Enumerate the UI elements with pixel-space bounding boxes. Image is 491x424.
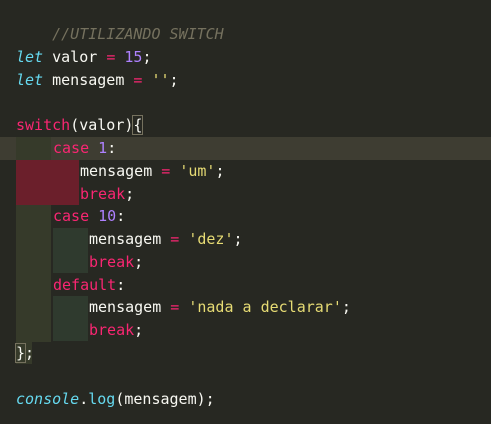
case-keyword: case: [53, 207, 90, 225]
code-line-switch: switch(valor){: [16, 114, 144, 137]
indent-guide-default: [53, 296, 88, 341]
code-line-close-brace: };: [14, 342, 35, 365]
semicolon: ;: [215, 162, 225, 180]
colon: :: [116, 276, 126, 294]
semicolon: ;: [125, 185, 135, 203]
brace-close: }: [14, 343, 27, 363]
identifier-valor: valor: [43, 48, 107, 66]
code-line-case-10: case 10:: [53, 205, 125, 228]
code-line-default: default:: [53, 274, 125, 297]
identifier-mensagem: mensagem: [89, 230, 171, 248]
code-line-break-2: break;: [89, 251, 143, 274]
code-line-let-valor: let valor = 15;: [16, 46, 151, 69]
dot: .: [79, 390, 89, 408]
code-line-case-1: case 1:: [53, 137, 116, 160]
semicolon: ;: [134, 253, 144, 271]
comment-text: //UTILIZANDO SWITCH: [52, 24, 224, 43]
semicolon: ;: [169, 71, 179, 89]
indent-guide-case10: [53, 228, 88, 273]
assign-operator: =: [170, 298, 180, 316]
identifier-mensagem: mensagem: [89, 298, 171, 316]
string-literal: 'dez': [188, 230, 234, 248]
assign-operator: =: [106, 48, 116, 66]
number-literal: 15: [124, 48, 143, 66]
assign-operator: =: [161, 162, 171, 180]
assign-operator: =: [170, 230, 180, 248]
semicolon: ;: [233, 230, 243, 248]
code-line-break-1: break;: [80, 183, 134, 206]
number-literal: 1: [98, 139, 108, 157]
identifier-mensagem: mensagem: [43, 71, 134, 89]
string-literal: 'um': [179, 162, 216, 180]
code-line-break-3: break;: [89, 319, 143, 342]
number-literal: 10: [98, 207, 117, 225]
code-editor[interactable]: //UTILIZANDO SWITCH let valor = 15; let …: [0, 0, 491, 424]
break-keyword: break: [89, 253, 135, 271]
code-line-console-log: console.log(mensagem);: [16, 388, 215, 411]
string-literal: '': [151, 71, 170, 89]
console-object: console: [16, 390, 80, 408]
log-function: log: [88, 390, 116, 408]
indent-error-case1: [16, 160, 79, 205]
let-keyword: let: [16, 71, 44, 89]
string-literal: 'nada a declarar': [188, 298, 342, 316]
paren-open: (: [70, 116, 80, 134]
let-keyword: let: [16, 48, 44, 66]
semicolon: ;: [134, 321, 144, 339]
break-keyword: break: [89, 321, 135, 339]
semicolon: ;: [142, 48, 152, 66]
semicolon: ;: [205, 390, 215, 408]
colon: :: [107, 139, 117, 157]
semicolon: ;: [341, 298, 351, 316]
colon: :: [116, 207, 126, 225]
code-line-assign-nada: mensagem = 'nada a declarar';: [89, 296, 351, 319]
break-keyword: break: [80, 185, 126, 203]
code-line-comment: //UTILIZANDO SWITCH: [16, 0, 224, 43]
identifier-mensagem: mensagem: [124, 390, 197, 408]
paren-close: ): [196, 390, 206, 408]
code-line-let-mensagem: let mensagem = '';: [16, 69, 179, 92]
identifier-valor: valor: [79, 116, 125, 134]
identifier-mensagem: mensagem: [80, 162, 162, 180]
semicolon: ;: [25, 344, 35, 362]
case-keyword: case: [53, 139, 90, 157]
default-keyword: default: [53, 276, 117, 294]
brace-open: {: [132, 115, 144, 135]
code-line-assign-um: mensagem = 'um';: [80, 160, 225, 183]
switch-keyword: switch: [16, 116, 71, 134]
code-line-assign-dez: mensagem = 'dez';: [89, 228, 243, 251]
